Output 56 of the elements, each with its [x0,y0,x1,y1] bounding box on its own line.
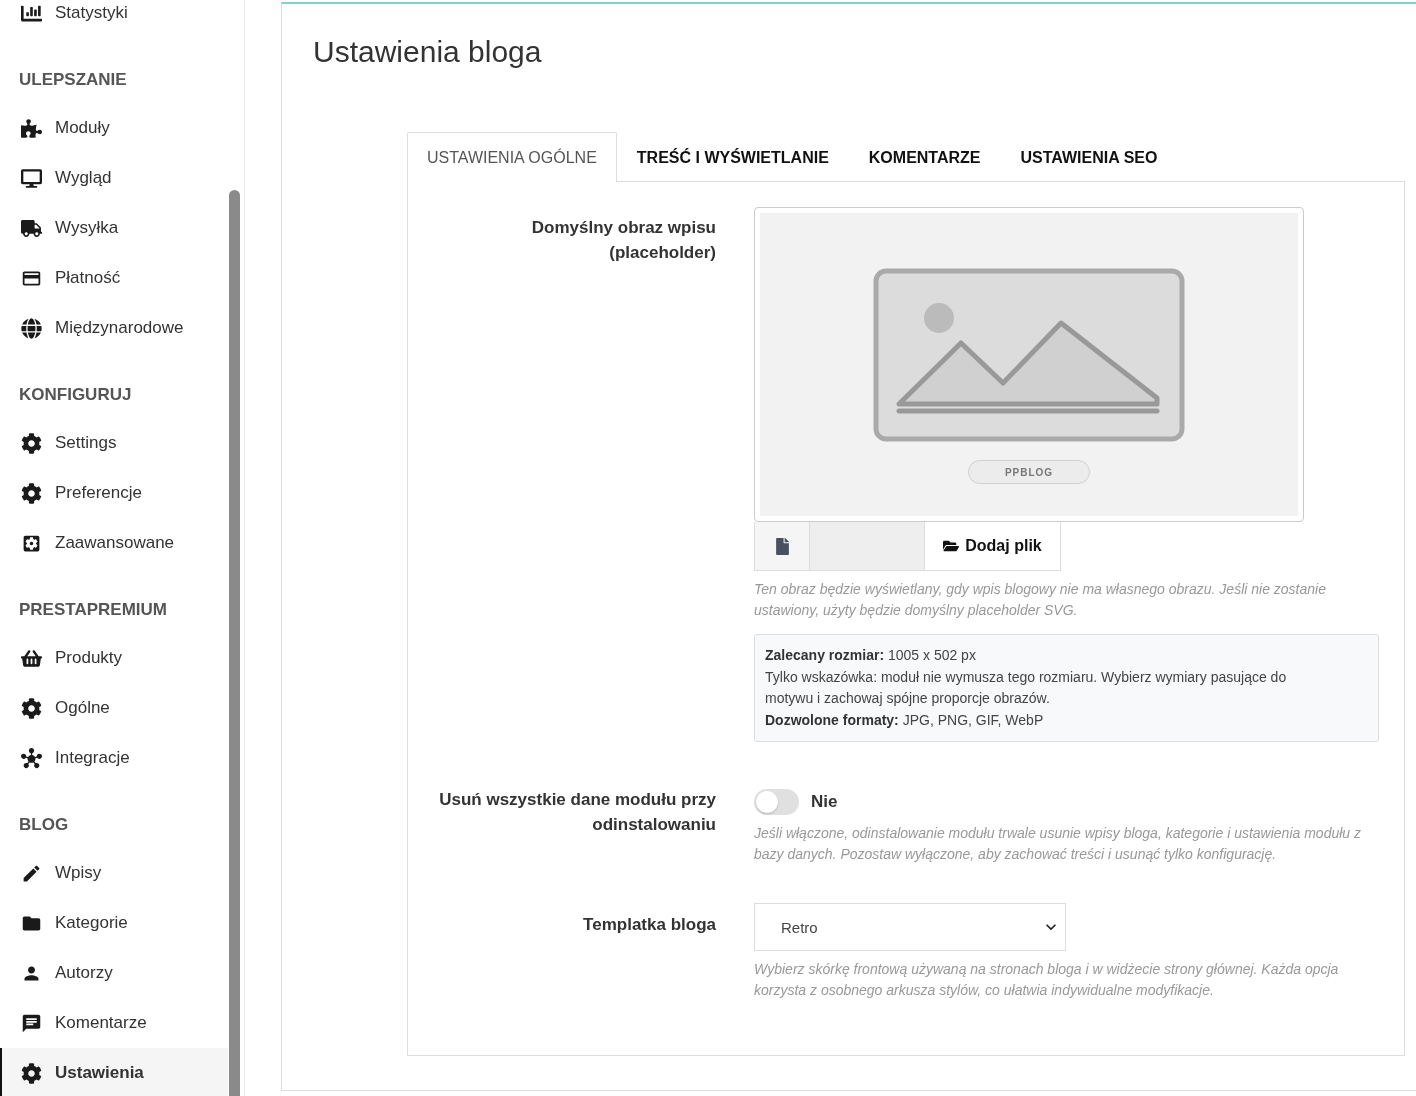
file-name-field[interactable] [810,522,924,571]
tab[interactable]: KOMENTARZE [848,132,1001,182]
sidebar-item[interactable]: Komentarze [0,998,228,1048]
field-label: Domyślny obraz wpisu (placeholder) [530,217,716,264]
field-label: Templatka bloga [582,914,716,936]
page-title: Ustawienia bloga [313,34,543,70]
help-text: Jeśli włączone, odinstalowanie modułu trwale usunie wpisy bloga, kategorie i ustawienia modułu z bazy danych. Pozostaw wyłączone, aby zachować treści i usunąć tylko konfigurację. [754,824,1362,864]
sidebar-item[interactable]: Settings [0,418,228,468]
sidebar-item[interactable]: Moduły [0,103,228,153]
tab[interactable]: TREŚĆ I WYŚWIETLANIE [616,132,849,182]
menu-icon [20,747,42,769]
info-text: Tylko wskazówka: moduł nie wymusza tego rozmiaru. Wybierz wymiary pasujące do motywu i zachowaj spójne proporcje obrazów. [765,667,1288,708]
file-icon [754,522,810,571]
image-placeholder-icon [873,268,1185,442]
add-file-button[interactable]: Dodaj plik [924,522,1061,571]
info-text: Dozwolone formaty: JPG, PNG, GIF, WebP [765,710,1045,730]
sidebar-item[interactable]: Wysyłka [0,203,228,253]
toggle-state: Nie [811,792,838,812]
sidebar-heading: KONFIGURUJ [18,383,133,406]
sidebar-heading: BLOG [18,813,70,836]
menu-icon [20,647,42,669]
sidebar-item[interactable]: Wygląd [0,153,228,203]
menu-icon [20,167,42,189]
sidebar-item[interactable]: Kategorie [0,898,228,948]
sidebar-item[interactable]: Zaawansowane [0,518,228,568]
sidebar-item[interactable]: Płatność [0,253,228,303]
info-text: Zalecany rozmiar: 1005 x 502 px [765,646,977,665]
field-label: Usuń wszystkie dane modułu przy odinstalowaniu [438,789,716,836]
sidebar-item[interactable]: Wpisy [0,848,228,898]
sidebar-item[interactable]: Międzynarodowe [0,303,228,353]
toggle-switch[interactable] [754,789,799,815]
sidebar-item[interactable]: Ogólne [0,683,228,733]
menu-icon [20,482,42,504]
sidebar-item[interactable]: Autorzy [0,948,228,998]
sidebar-item[interactable]: Preferencje [0,468,228,518]
image-label: PPBLOG [968,460,1090,484]
menu-icon [20,217,42,239]
menu-icon [20,432,42,454]
help-text: Ten obraz będzie wyświetlany, gdy wpis blogowy nie ma własnego obrazu. Jeśli nie zostanie ustawiony, użyty będzie domyślny placeholder SVG. [754,580,1327,620]
menu-icon [20,697,42,719]
sidebar-heading: ULEPSZANIE [18,68,128,91]
sidebar-item[interactable]: Ustawienia [0,1048,228,1096]
sidebar-item[interactable]: Produkty [0,633,228,683]
template-select[interactable]: Retro [754,903,1066,951]
folder-icon [943,538,960,554]
menu-icon [20,1012,42,1034]
tab[interactable]: USTAWIENIA SEO [1000,132,1178,182]
tab[interactable]: USTAWIENIA OGÓLNE [407,132,617,182]
menu-icon [20,317,42,339]
menu-icon [20,117,42,139]
scrollbar[interactable] [229,190,240,1096]
sidebar-item[interactable]: Integracje [0,733,228,783]
sidebar-heading: PRESTAPREMIUM [18,598,168,621]
sidebar-item[interactable]: Statystyki [0,0,228,38]
menu-icon [20,1062,42,1084]
help-text: Wybierz skórkę frontową używaną na stronach bloga i w widżecie strony głównej. Każda opcja korzysta z osobnego arkusza stylów, co ułatwia indywidualne modyfikacje. [754,960,1340,1000]
